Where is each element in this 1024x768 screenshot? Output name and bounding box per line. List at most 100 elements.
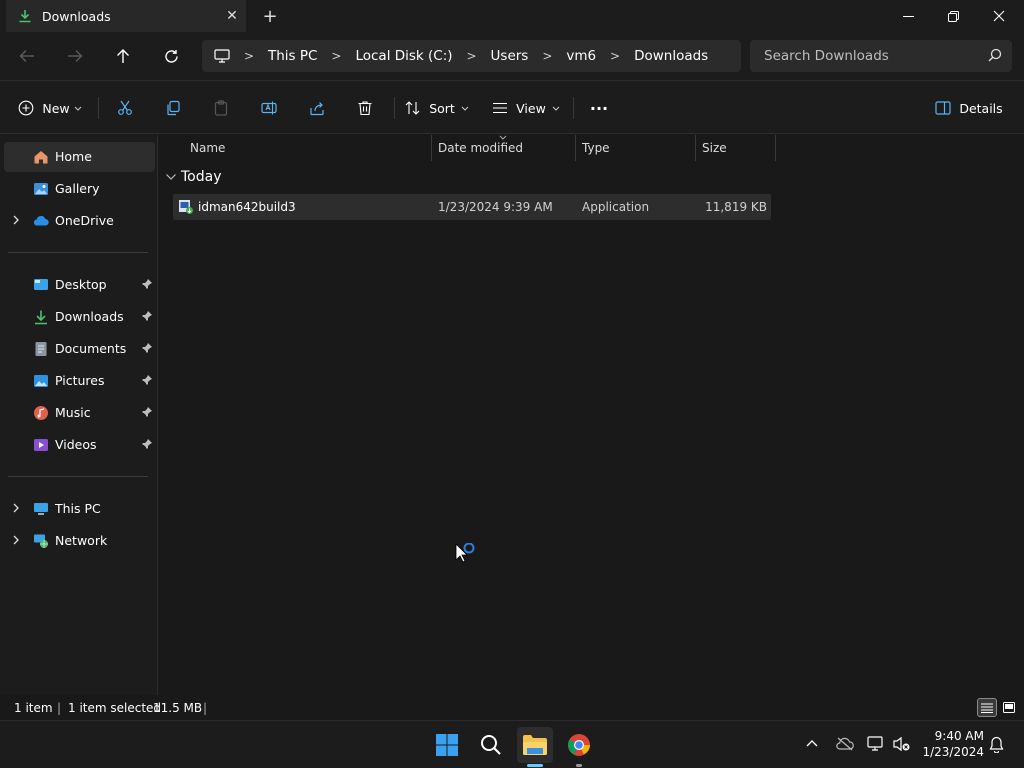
pin-icon[interactable] (141, 278, 153, 290)
share-button[interactable] (302, 93, 332, 123)
clock-time: 9:40 AM (934, 729, 984, 743)
clock-date: 1/23/2024 (922, 745, 984, 759)
breadcrumb-users[interactable]: Users (491, 48, 529, 64)
column-header-type[interactable]: Type (576, 135, 695, 161)
paste-button[interactable] (206, 93, 236, 123)
view-button[interactable]: View (490, 93, 562, 123)
file-size: 11,819 KB (705, 200, 767, 214)
delete-button[interactable] (350, 93, 380, 123)
copy-button[interactable] (158, 93, 188, 123)
group-header-today[interactable]: Today (165, 169, 222, 185)
sidebar-item-home[interactable]: Home (4, 142, 155, 172)
sidebar-item-label: Gallery (55, 181, 100, 196)
close-window-button[interactable] (976, 0, 1022, 32)
window-tab[interactable]: Downloads ✕ (6, 0, 246, 32)
cut-button[interactable] (110, 93, 140, 123)
table-row[interactable]: idman642build3 1/23/2024 9:39 AM Applica… (173, 194, 771, 220)
new-tab-button[interactable]: + (256, 4, 284, 28)
network-icon (34, 534, 48, 548)
pin-icon[interactable] (141, 438, 153, 450)
plus-circle-icon (19, 100, 34, 116)
large-icons-view-toggle[interactable] (999, 698, 1019, 717)
sidebar-item-onedrive[interactable]: OneDrive (4, 206, 155, 236)
clock[interactable]: 9:40 AM 1/23/2024 (922, 728, 984, 760)
close-tab-button[interactable]: ✕ (218, 8, 246, 24)
chevron-down-icon (461, 106, 469, 111)
minimize-button[interactable] (885, 0, 931, 32)
sidebar-item-label: Music (55, 405, 91, 420)
forward-button[interactable] (59, 40, 91, 72)
rename-button[interactable] (254, 93, 284, 123)
sidebar-item-pictures[interactable]: Pictures (4, 366, 155, 396)
minimize-icon (902, 15, 914, 17)
details-button[interactable]: Details (934, 93, 1004, 123)
new-button[interactable]: New (14, 93, 86, 123)
breadcrumb-this-pc[interactable]: This PC (268, 48, 317, 64)
details-view-toggle[interactable] (977, 698, 997, 717)
chevron-right-icon (13, 503, 19, 513)
sidebar-item-gallery[interactable]: Gallery (4, 174, 155, 204)
back-button[interactable] (11, 40, 43, 72)
breadcrumb-vm6[interactable]: vm6 (566, 48, 596, 64)
application-icon (179, 200, 193, 214)
pin-icon[interactable] (141, 342, 153, 354)
download-icon (35, 310, 47, 325)
search-input[interactable]: Search Downloads (750, 40, 1012, 72)
chevron-up-icon[interactable] (806, 739, 818, 747)
up-button[interactable] (107, 40, 139, 72)
refresh-button[interactable] (155, 40, 187, 72)
sidebar-item-network[interactable]: Network (4, 526, 155, 556)
sidebar-item-documents[interactable]: Documents (4, 334, 155, 364)
taskbar-search-button[interactable] (473, 727, 509, 763)
home-icon (34, 151, 48, 164)
onedrive-offline-icon[interactable] (836, 737, 854, 751)
sidebar-item-videos[interactable]: Videos (4, 430, 155, 460)
pictures-icon (34, 375, 48, 387)
status-bar: 1 item | 1 item selected 11.5 MB | (0, 695, 1024, 720)
column-header-date-label: Date modified (438, 141, 524, 155)
sidebar-item-downloads[interactable]: Downloads (4, 302, 155, 332)
computer-icon (34, 503, 48, 515)
sidebar-item-this-pc[interactable]: This PC (4, 494, 155, 524)
cloud-icon (33, 216, 49, 226)
toolbar-separator (98, 97, 99, 119)
details-label: Details (959, 100, 1003, 116)
sidebar-item-label: This PC (55, 501, 101, 516)
breadcrumb-downloads[interactable]: Downloads (634, 48, 708, 64)
sidebar-item-label: OneDrive (55, 213, 114, 228)
close-icon (993, 10, 1005, 22)
column-separator[interactable] (775, 135, 776, 161)
copy-icon (167, 100, 180, 116)
active-app-indicator (527, 764, 543, 767)
taskbar-file-explorer[interactable] (517, 727, 553, 767)
pin-icon[interactable] (141, 406, 153, 418)
sidebar-item-music[interactable]: Music (4, 398, 155, 428)
list-view-icon (493, 102, 508, 114)
pin-icon[interactable] (141, 310, 153, 322)
restore-button[interactable] (930, 0, 976, 32)
notification-bell-icon[interactable] (989, 736, 1004, 753)
more-options-button[interactable]: ··· (584, 93, 614, 123)
sidebar-item-label: Documents (55, 341, 127, 356)
clipboard-icon (214, 100, 228, 116)
arrow-right-icon (68, 50, 83, 62)
taskbar-chrome[interactable] (561, 727, 597, 767)
group-label: Today (181, 169, 222, 185)
column-header-size[interactable]: Size (696, 135, 775, 161)
start-button[interactable] (429, 727, 465, 763)
file-type: Application (582, 200, 650, 214)
pin-icon[interactable] (141, 374, 153, 386)
breadcrumb-local-disk[interactable]: Local Disk (C:) (355, 48, 452, 64)
sidebar-item-desktop[interactable]: Desktop (4, 270, 155, 300)
thumbnail-view-icon (1003, 702, 1015, 713)
column-header-name[interactable]: Name (184, 135, 432, 161)
running-app-indicator (576, 764, 582, 767)
volume-muted-icon[interactable] (893, 736, 911, 752)
selected-size: 11.5 MB (153, 700, 203, 715)
network-status-icon[interactable] (867, 736, 885, 752)
videos-icon (34, 439, 48, 451)
desktop-icon (34, 279, 48, 290)
address-bar[interactable]: > This PC > Local Disk (C:) > Users > vm… (202, 40, 741, 72)
sort-button[interactable]: Sort (404, 93, 470, 123)
chevron-right-icon: > (542, 49, 553, 63)
